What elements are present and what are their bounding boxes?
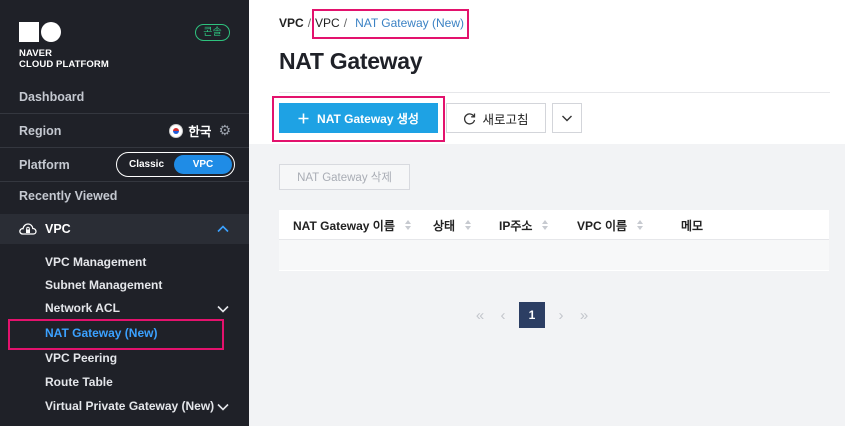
sort-icon: [465, 220, 472, 230]
breadcrumb: VPC / VPC / NAT Gateway (New): [279, 16, 464, 30]
nav-platform-label: Platform: [19, 157, 70, 172]
column-header-label: IP주소: [499, 218, 533, 233]
first-page-icon[interactable]: «: [471, 302, 489, 328]
column-header-status[interactable]: 상태: [433, 210, 472, 240]
sidebar-item-vpc-management[interactable]: VPC Management: [45, 255, 146, 269]
more-options-button[interactable]: [552, 103, 582, 133]
breadcrumb-item-vpc[interactable]: VPC: [315, 16, 340, 30]
sort-icon: [637, 220, 644, 230]
sidebar-item-subnet-management[interactable]: Subnet Management: [45, 278, 162, 292]
breadcrumb-item-current: NAT Gateway (New): [355, 16, 464, 30]
column-header-vpc-name[interactable]: VPC 이름: [577, 210, 644, 240]
refresh-button-label: 새로고침: [482, 112, 529, 127]
column-header-label: 상태: [433, 218, 456, 233]
page-number-button[interactable]: 1: [519, 302, 545, 328]
create-button-label: NAT Gateway 생성: [317, 111, 419, 126]
platform-option-classic[interactable]: Classic: [119, 159, 174, 170]
table-body-empty: [279, 240, 829, 270]
plus-icon: [298, 113, 309, 123]
nav-section-vpc[interactable]: VPC: [0, 214, 249, 244]
chevron-up-icon[interactable]: [216, 222, 230, 236]
breadcrumb-separator: /: [307, 16, 312, 30]
logo-line-1: NAVER: [19, 48, 53, 59]
main-content: VPC / VPC / NAT Gateway (New) NAT Gatewa…: [249, 0, 845, 426]
refresh-icon: [464, 112, 476, 125]
sidebar-item-network-acl[interactable]: Network ACL: [45, 301, 120, 315]
column-header-ip[interactable]: IP주소: [499, 210, 549, 240]
nav-dashboard[interactable]: Dashboard: [0, 80, 249, 114]
nav-region: Region 한국 ⚙: [0, 114, 249, 148]
delete-nat-gateway-button[interactable]: NAT Gateway 삭제: [279, 164, 410, 190]
chevron-down-icon: [562, 115, 572, 122]
nav-recently-viewed[interactable]: Recently Viewed: [0, 182, 249, 210]
platform-option-vpc[interactable]: VPC: [174, 155, 232, 174]
nat-gateway-table: NAT Gateway 이름 상태 IP주소 VPC 이름 메모: [279, 210, 829, 271]
table-header: NAT Gateway 이름 상태 IP주소 VPC 이름 메모: [279, 210, 829, 240]
logo-line-2: CLOUD PLATFORM: [19, 59, 109, 70]
platform-toggle[interactable]: Classic VPC: [116, 152, 235, 177]
next-page-icon[interactable]: ›: [553, 302, 569, 328]
prev-page-icon[interactable]: ‹: [495, 302, 511, 328]
pagination: « ‹ 1 › »: [249, 302, 845, 328]
sort-icon: [542, 220, 549, 230]
logo-mark-icon: [19, 22, 109, 42]
sort-icon: [404, 220, 411, 230]
sidebar-item-vpc-peering[interactable]: VPC Peering: [45, 351, 117, 365]
column-header-label: 메모: [681, 218, 704, 233]
breadcrumb-item-vpc-root[interactable]: VPC: [279, 16, 304, 30]
region-value[interactable]: 한국: [188, 121, 211, 140]
korea-flag-icon: [169, 123, 184, 138]
sidebar-item-nat-gateway[interactable]: NAT Gateway (New): [45, 326, 157, 340]
cloud-lock-icon: [19, 223, 37, 235]
page-title: NAT Gateway: [279, 48, 423, 74]
nav-recently-viewed-label: Recently Viewed: [19, 189, 118, 203]
create-nat-gateway-button[interactable]: NAT Gateway 생성: [279, 103, 438, 133]
refresh-button[interactable]: 새로고침: [446, 103, 546, 133]
console-button[interactable]: 콘솔: [195, 24, 230, 41]
gear-icon[interactable]: ⚙: [218, 122, 231, 139]
sidebar-item-route-table[interactable]: Route Table: [45, 375, 113, 389]
column-header-memo: 메모: [681, 210, 703, 240]
column-header-label: NAT Gateway 이름: [293, 218, 395, 233]
breadcrumb-separator: /: [343, 16, 348, 30]
title-divider: [279, 92, 830, 93]
column-header-label: VPC 이름: [577, 218, 628, 233]
nav-platform: Platform Classic VPC: [0, 148, 249, 182]
naver-cloud-logo[interactable]: NAVER CLOUD PLATFORM: [19, 22, 109, 70]
nav-dashboard-label: Dashboard: [19, 89, 85, 104]
chevron-down-icon[interactable]: [216, 400, 230, 414]
nav-region-label: Region: [19, 123, 62, 138]
nav-section-vpc-label: VPC: [45, 222, 71, 236]
last-page-icon[interactable]: »: [575, 302, 593, 328]
column-header-name[interactable]: NAT Gateway 이름: [293, 210, 411, 240]
sidebar: NAVER CLOUD PLATFORM 콘솔 Dashboard Region…: [0, 0, 249, 426]
content-panel: NAT Gateway 삭제 NAT Gateway 이름 상태 IP주소 VP…: [249, 144, 845, 426]
sidebar-item-virtual-private-gateway[interactable]: Virtual Private Gateway (New): [45, 399, 214, 413]
chevron-down-icon[interactable]: [216, 302, 230, 316]
